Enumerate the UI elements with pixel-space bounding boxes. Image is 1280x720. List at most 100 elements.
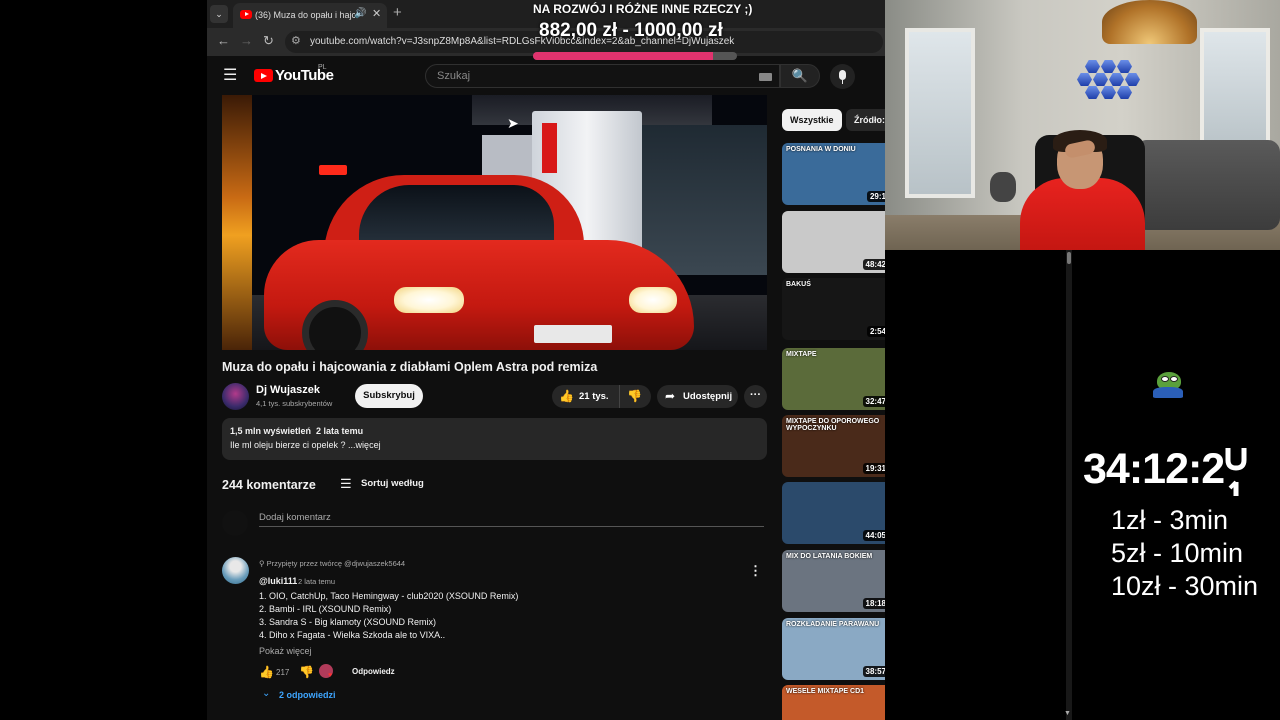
- browser-tab[interactable]: (36) Muza do opału i hajcowania z diabła…: [233, 3, 387, 28]
- video-title: Muza do opału i hajcowania z diabłami Op…: [222, 360, 598, 374]
- menu-icon[interactable]: ☰: [223, 65, 237, 85]
- price-tier: 1zł - 3min: [1111, 505, 1229, 535]
- stream-side-panel: 34:12:2 1zł - 3min 5zł - 10min 10zł - 30…: [1073, 250, 1280, 720]
- thumbs-up-icon: 👍: [559, 389, 574, 403]
- thumbnail-caption: WESELE MIXTAPE CD1: [786, 688, 865, 695]
- channel-name[interactable]: Dj Wujaszek: [256, 384, 320, 396]
- thumbnail-caption: POSNANIA W DONIU: [786, 146, 856, 153]
- description-text: Ile ml oleju bierze ci opelek ? ...więce…: [230, 440, 381, 450]
- video-thumbnail[interactable]: BAKUŚ 2:54: [782, 278, 885, 340]
- recommended-item[interactable]: MIX DO LATANIA BOKIEM18:18HITMIX DO LATA…: [782, 550, 885, 614]
- comment-author[interactable]: @luki111: [259, 576, 297, 586]
- recommended-item[interactable]: BAKUŚ2:5407. Bakuś - Platyna prod. Ian J…: [782, 278, 885, 342]
- scrollbar-thumb[interactable]: [1067, 252, 1071, 264]
- comments-header: 244 komentarze ☰ Sortuj według: [222, 476, 767, 496]
- owner-row: Dj Wujaszek 4,1 tys. subskrybentów Subsk…: [222, 382, 767, 412]
- youtube-logo-icon[interactable]: [254, 69, 273, 82]
- search-button[interactable]: 🔍: [780, 64, 820, 88]
- more-actions-button[interactable]: ···: [744, 385, 767, 408]
- thumbnail-caption: BAKUŚ: [786, 281, 811, 288]
- voice-search-button[interactable]: [830, 64, 855, 89]
- comment-dislike-icon[interactable]: 👎: [299, 665, 314, 679]
- red-car: [264, 165, 694, 350]
- like-button[interactable]: 👍 21 tys.: [552, 385, 620, 408]
- hex-light: [1109, 73, 1124, 86]
- view-count: 1,5 mln wyświetleń: [230, 426, 312, 436]
- search-input[interactable]: Szukaj: [425, 64, 780, 88]
- commenter-avatar[interactable]: [222, 557, 249, 584]
- recommended-item[interactable]: POSNANIA W DONIU 29:1: [782, 143, 885, 207]
- timer-flip-digit-icon: [1225, 448, 1247, 496]
- video-thumbnail[interactable]: MIXTAPE 32:47: [782, 348, 885, 410]
- replies-toggle[interactable]: 2 odpowiedzi: [279, 690, 336, 700]
- comment-like-icon[interactable]: 👍: [259, 665, 274, 679]
- back-arrow-icon[interactable]: ←: [217, 33, 230, 48]
- user-avatar: [222, 510, 248, 536]
- add-comment-input[interactable]: Dodaj komentarz: [259, 512, 331, 523]
- share-button[interactable]: ➦ Udostępnij: [657, 385, 738, 408]
- forward-arrow-icon[interactable]: →: [240, 33, 253, 48]
- window-left: [905, 28, 975, 198]
- video-thumbnail[interactable]: POSNANIA W DONIU 29:1: [782, 143, 885, 205]
- webcam-feed: [885, 0, 1280, 250]
- description-box[interactable]: 1,5 mln wyświetleń 2 lata temu Ile ml ol…: [222, 418, 767, 460]
- pinned-text: Przypięty przez twórcę @djwujaszek5644: [266, 559, 406, 568]
- reload-icon[interactable]: ↻: [263, 33, 274, 49]
- donation-progress-fill: [533, 52, 713, 60]
- keyboard-icon[interactable]: [759, 73, 772, 81]
- scrollbar-track[interactable]: [1066, 250, 1072, 720]
- video-thumbnail[interactable]: 48:42: [782, 211, 885, 273]
- close-icon[interactable]: ✕: [372, 7, 381, 20]
- subscribe-button[interactable]: Subskrybuj: [355, 384, 423, 408]
- sofa: [1135, 140, 1280, 230]
- video-duration: 48:42: [862, 259, 885, 270]
- comment-time[interactable]: 2 lata temu: [298, 577, 335, 586]
- car-windshield: [359, 185, 554, 247]
- chip-all[interactable]: Wszystkie: [782, 109, 842, 131]
- channel-avatar[interactable]: [222, 383, 249, 410]
- chevron-down-icon[interactable]: ⌄: [262, 688, 270, 699]
- video-thumbnail[interactable]: MIX DO LATANIA BOKIEM 18:18: [782, 550, 885, 612]
- video-thumbnail[interactable]: ROZKŁADANIE PARAWANU 38:57: [782, 618, 885, 680]
- recommended-item[interactable]: MIXTAPE32:47HITMIXTAPE do gaszenia benzy…: [782, 348, 885, 412]
- recommended-item[interactable]: MIXTAPE DO OPOROWEGO WYPOCZYNKU19:31HITM…: [782, 415, 885, 479]
- search-placeholder: Szukaj: [437, 70, 471, 82]
- video-thumbnail[interactable]: MIXTAPE DO OPOROWEGO WYPOCZYNKU 19:31: [782, 415, 885, 477]
- subscriber-count: 4,1 tys. subskrybentów: [256, 399, 333, 408]
- hex-light: [1117, 60, 1132, 73]
- video-thumbnail[interactable]: 44:05: [782, 482, 885, 544]
- mic-stem: [842, 80, 843, 84]
- comment-input-underline: [259, 526, 764, 527]
- scroll-down-arrow-icon[interactable]: ▼: [1064, 710, 1071, 717]
- hex-light: [1101, 60, 1116, 73]
- recommended-item[interactable]: ROZKŁADANIE PARAWANU38:57HITMIXTAPE DO R…: [782, 618, 885, 682]
- recommended-item[interactable]: 48:42288 tys. wyświetleń • 2 lata temu: [782, 211, 885, 275]
- stream-timer: 34:12:2: [1083, 445, 1225, 493]
- filter-chips: Wszystkie Źródło:: [782, 109, 885, 133]
- hex-light: [1085, 86, 1100, 99]
- site-info-icon[interactable]: ⚙: [291, 34, 301, 47]
- video-player[interactable]: ➤: [222, 95, 767, 350]
- video-duration: 2:54: [866, 326, 885, 337]
- video-duration: 29:1: [866, 191, 885, 202]
- thumbs-down-icon[interactable]: 👎: [627, 389, 642, 403]
- comment-menu-icon[interactable]: ⋮: [749, 563, 762, 579]
- chip-source[interactable]: Źródło:: [846, 109, 885, 131]
- new-tab-plus-icon[interactable]: +: [393, 4, 402, 21]
- ceiling-lamp: [1102, 0, 1197, 44]
- sort-icon[interactable]: ☰: [340, 476, 352, 492]
- donation-goal-amount: 882,00 zł - 1000,00 zł: [539, 20, 723, 41]
- thumbnail-caption: MIXTAPE DO OPOROWEGO WYPOCZYNKU: [786, 418, 880, 432]
- tab-search-chevron-icon[interactable]: ⌄: [210, 5, 228, 23]
- car-roof-light: [319, 165, 347, 175]
- screen: ⌄ (36) Muza do opału i hajcowania z diab…: [0, 0, 1280, 720]
- video-thumbnail[interactable]: WESELE MIXTAPE CD1: [782, 685, 885, 720]
- reply-button[interactable]: Odpowiedz: [352, 667, 395, 676]
- speaker-icon[interactable]: 🔊: [354, 8, 366, 19]
- show-more-link[interactable]: Pokaż więcej: [259, 646, 312, 656]
- pepe-body: [1153, 387, 1183, 398]
- recommended-item[interactable]: WESELE MIXTAPE CD1Wesele mixtape CD1DJ C…: [782, 685, 885, 720]
- comment-count: 244 komentarze: [222, 478, 316, 492]
- recommended-item[interactable]: 44:05HITMIXTAPE KAZ BAŁAGANE X BELMONDO …: [782, 482, 885, 546]
- sort-button[interactable]: Sortuj według: [361, 478, 424, 489]
